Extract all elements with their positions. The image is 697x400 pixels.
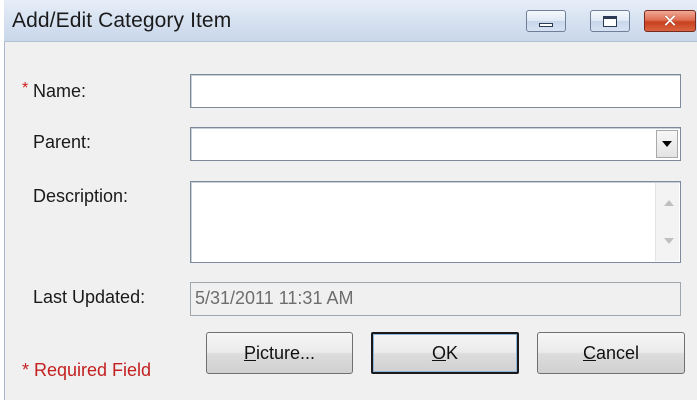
last-updated-field: 5/31/2011 11:31 AM — [190, 282, 681, 316]
ok-button-mnemonic: O — [431, 342, 446, 363]
chevron-down-icon — [662, 141, 672, 147]
cancel-button[interactable]: Cancel — [537, 332, 685, 374]
name-input[interactable] — [190, 74, 681, 108]
description-label: Description: — [33, 186, 129, 206]
parent-select[interactable] — [190, 127, 681, 161]
maximize-icon — [603, 15, 617, 27]
dialog-window: Add/Edit Category Item ✕ * Name: Parent:… — [0, 0, 697, 400]
cancel-button-label: ancel — [595, 342, 640, 363]
description-textarea[interactable] — [190, 181, 681, 263]
title-bar[interactable]: Add/Edit Category Item ✕ — [4, 0, 697, 42]
scroll-up-icon[interactable] — [664, 200, 674, 206]
minimize-button[interactable] — [526, 10, 566, 32]
description-scrollbar[interactable] — [655, 183, 679, 261]
maximize-button[interactable] — [590, 10, 630, 32]
window-title: Add/Edit Category Item — [12, 9, 232, 32]
ok-button-label: K — [446, 342, 459, 363]
picture-button-label: icture... — [255, 342, 316, 363]
last-updated-label: Last Updated: — [33, 287, 146, 307]
scroll-down-icon[interactable] — [664, 238, 674, 244]
minimize-icon — [539, 23, 553, 27]
picture-button[interactable]: Picture... — [206, 332, 353, 374]
parent-dropdown-button[interactable] — [656, 130, 678, 158]
required-marker: * — [22, 80, 29, 97]
picture-button-mnemonic: P — [243, 342, 256, 363]
cancel-button-mnemonic: C — [582, 342, 596, 363]
name-label: Name: — [33, 81, 87, 101]
last-updated-value: 5/31/2011 11:31 AM — [195, 288, 354, 308]
parent-label: Parent: — [33, 132, 92, 152]
required-field-note: * Required Field — [22, 360, 152, 380]
ok-button[interactable]: OK — [371, 332, 519, 374]
close-icon: ✕ — [662, 11, 678, 31]
close-button[interactable]: ✕ — [644, 10, 696, 32]
